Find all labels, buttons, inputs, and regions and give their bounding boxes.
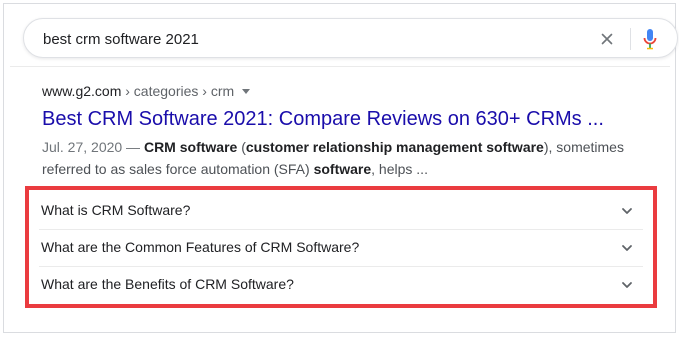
result-snippet: Jul. 27, 2020 — CRM software (customer r… bbox=[42, 136, 642, 180]
paa-question-row[interactable]: What are the Benefits of CRM Software? bbox=[39, 267, 643, 304]
microphone-icon[interactable] bbox=[643, 28, 657, 50]
chevron-down-icon[interactable] bbox=[621, 242, 633, 254]
search-bar[interactable] bbox=[23, 18, 678, 58]
search-result: www.g2.com › categories › crm Best CRM S… bbox=[42, 82, 652, 180]
result-path: › categories › crm bbox=[121, 83, 235, 99]
paa-question-row[interactable]: What is CRM Software? bbox=[39, 193, 643, 230]
search-divider bbox=[630, 28, 631, 50]
chevron-down-icon[interactable] bbox=[621, 279, 633, 291]
snippet-part: software bbox=[313, 161, 372, 177]
chevron-down-icon[interactable] bbox=[621, 205, 633, 217]
paa-question: What is CRM Software? bbox=[41, 202, 191, 218]
header-divider bbox=[10, 66, 670, 67]
paa-question: What are the Benefits of CRM Software? bbox=[41, 276, 294, 292]
search-input[interactable] bbox=[43, 29, 563, 49]
people-also-ask-highlight: What is CRM Software? What are the Commo… bbox=[25, 186, 657, 308]
snippet-part: customer relationship management softwar… bbox=[245, 139, 544, 155]
close-icon[interactable] bbox=[598, 30, 616, 48]
snippet-date: Jul. 27, 2020 — bbox=[42, 139, 144, 155]
paa-question-row[interactable]: What are the Common Features of CRM Soft… bbox=[39, 230, 643, 267]
breadcrumb[interactable]: www.g2.com › categories › crm bbox=[42, 82, 652, 100]
snippet-part: CRM software bbox=[143, 139, 238, 155]
result-domain: www.g2.com bbox=[42, 83, 122, 99]
result-title-link[interactable]: Best CRM Software 2021: Compare Reviews … bbox=[42, 106, 652, 132]
snippet-part: , helps ... bbox=[371, 161, 428, 177]
caret-down-icon[interactable] bbox=[242, 89, 251, 94]
paa-question: What are the Common Features of CRM Soft… bbox=[41, 239, 360, 255]
snippet-part: ( bbox=[237, 139, 246, 155]
